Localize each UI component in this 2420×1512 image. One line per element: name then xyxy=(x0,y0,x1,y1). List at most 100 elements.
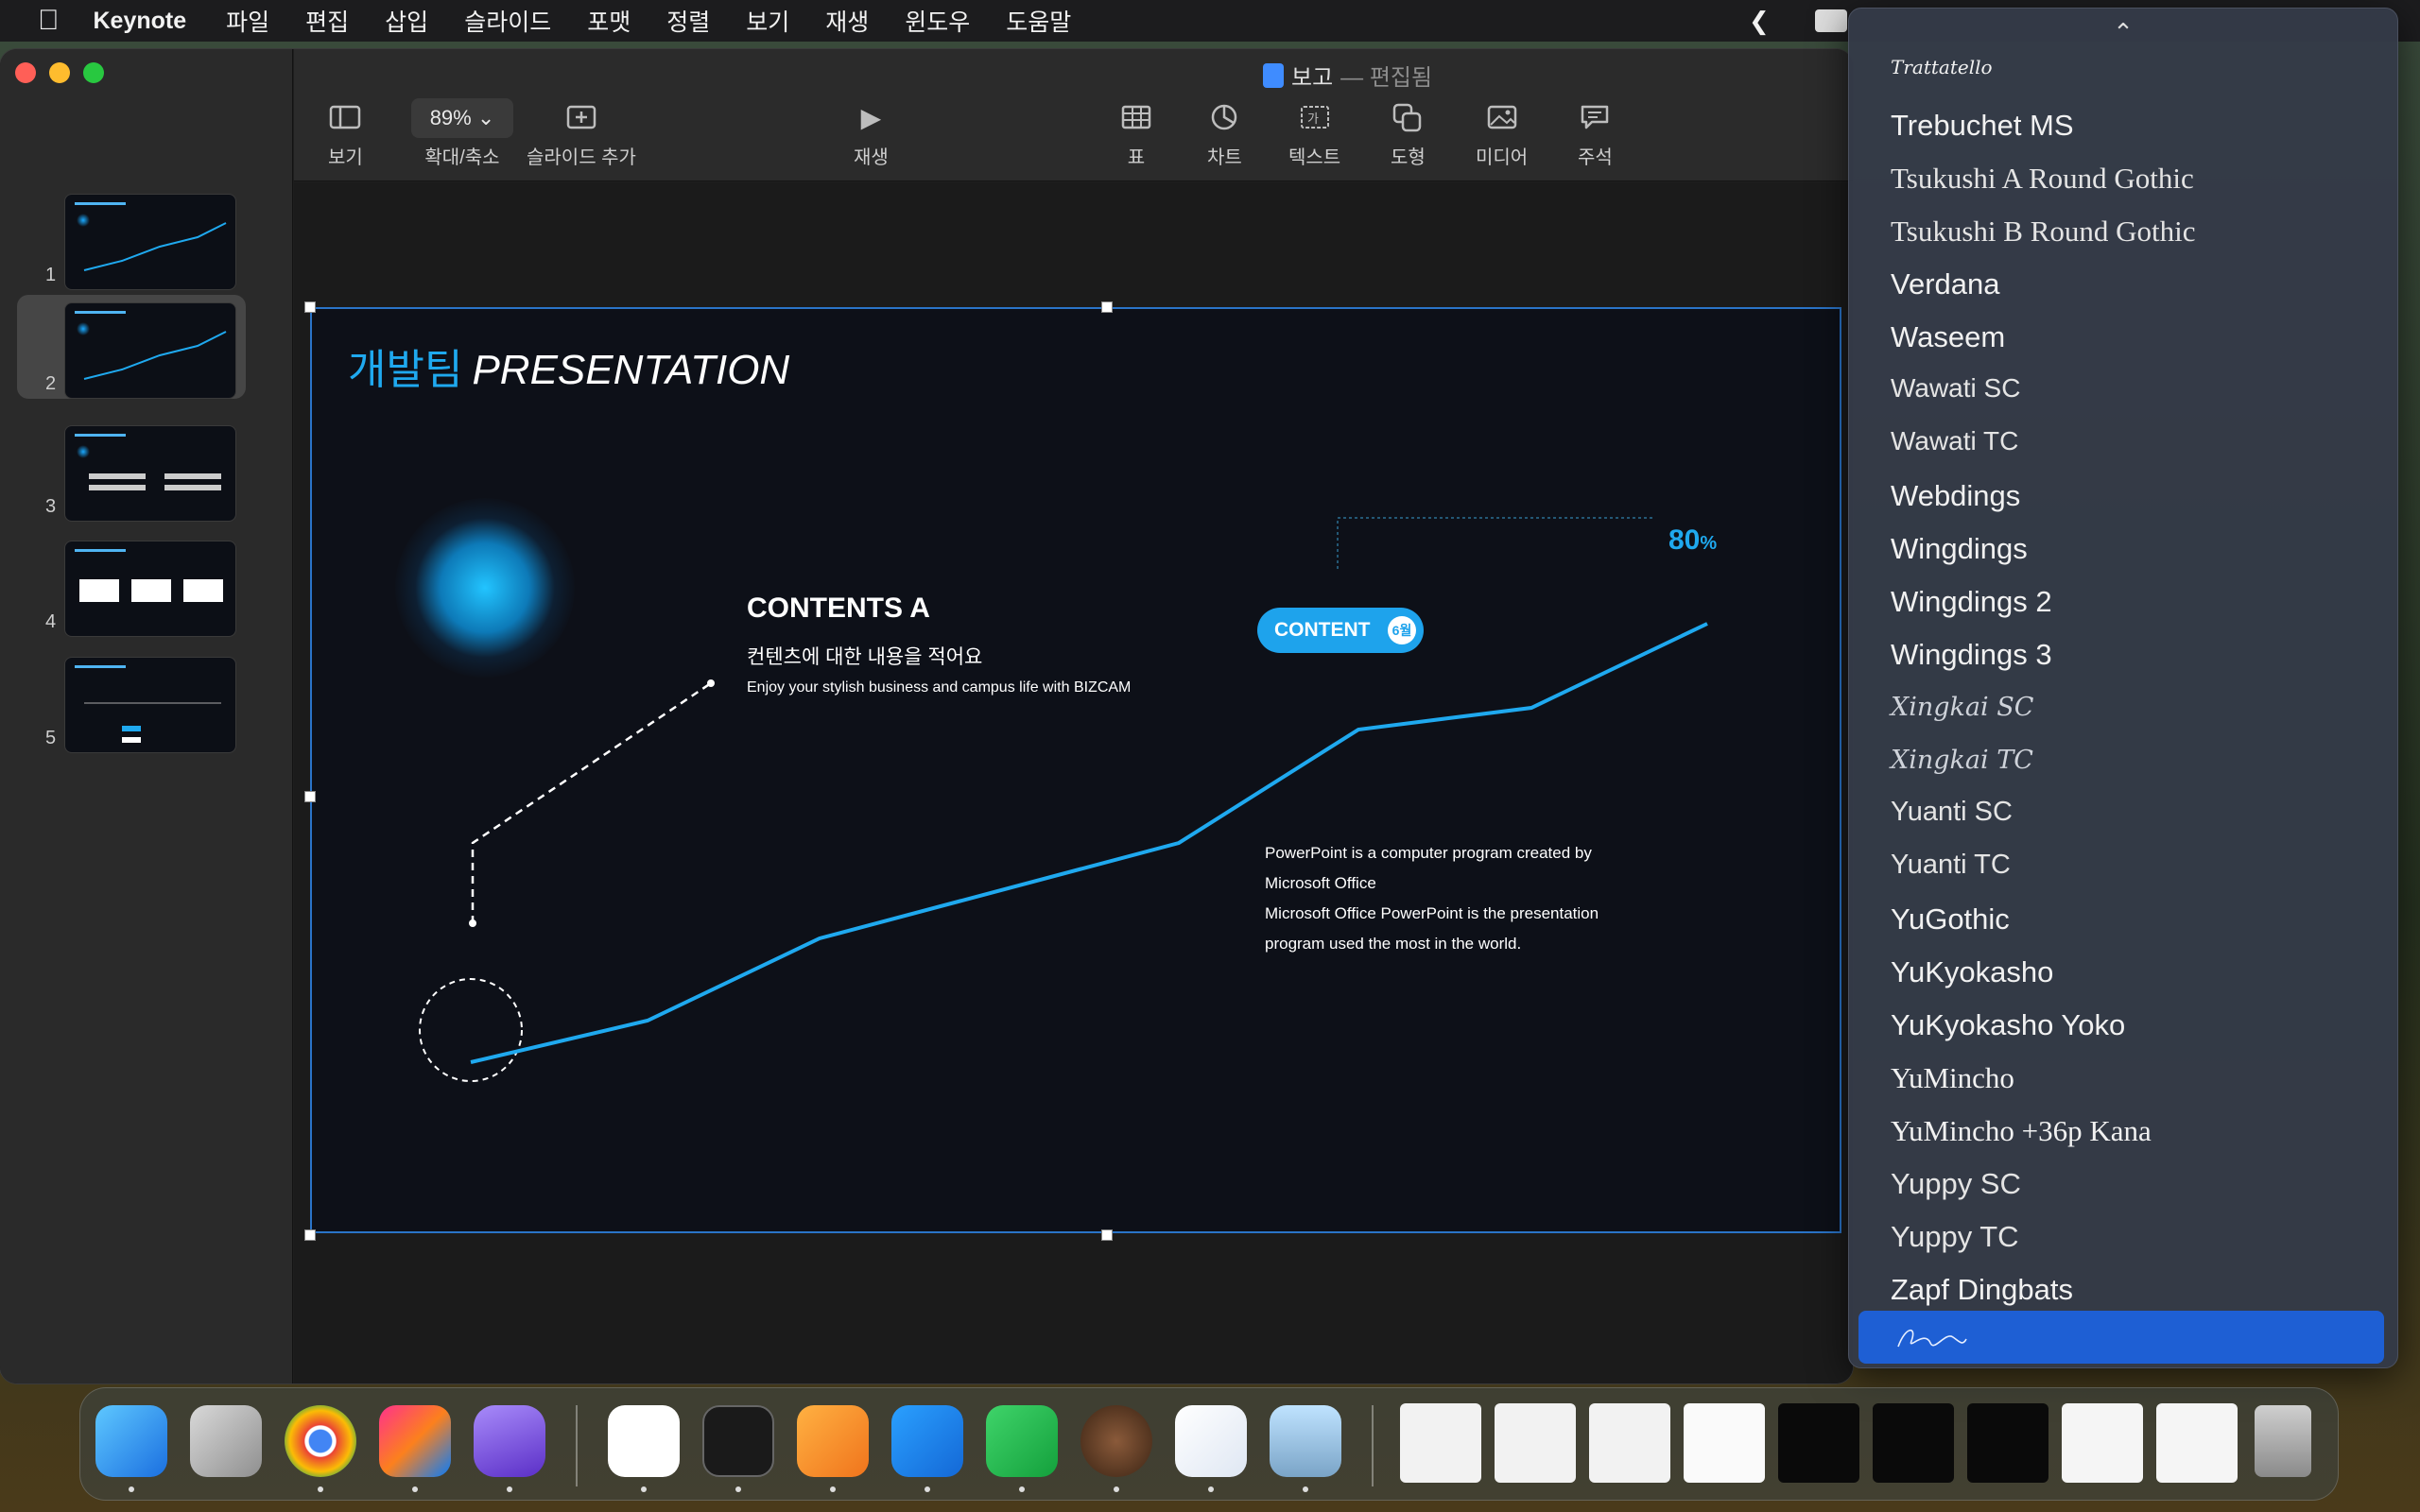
slide-thumbnail-2[interactable]: 2 xyxy=(17,295,246,399)
minimize-button[interactable] xyxy=(49,62,70,83)
font-option-zapf-dingbats[interactable]: Zapf Dingbats xyxy=(1891,1273,2073,1307)
contents-subtitle[interactable]: 컨텐츠에 대한 내용을 적어요 xyxy=(747,642,982,670)
finder-icon[interactable] xyxy=(95,1405,167,1477)
resize-handle[interactable] xyxy=(304,301,316,313)
menu-play[interactable]: 재생 xyxy=(825,4,869,38)
font-option-verdana[interactable]: Verdana xyxy=(1891,267,2000,301)
table-button[interactable]: 표 xyxy=(1120,98,1152,169)
contents-title[interactable]: CONTENTS A xyxy=(747,593,930,625)
content-pill[interactable]: CONTENT 6월 xyxy=(1257,608,1424,653)
font-option-wawati-sc[interactable]: Wawati SC xyxy=(1891,373,2020,404)
font-option-wingdings[interactable]: Wingdings xyxy=(1891,532,2028,566)
close-button[interactable] xyxy=(15,62,36,83)
font-option-tsukushi-a[interactable]: Tsukushi A Round Gothic xyxy=(1891,162,2194,196)
menu-view[interactable]: 보기 xyxy=(746,4,789,38)
menu-edit[interactable]: 편집 xyxy=(305,4,349,38)
naver-whale-icon[interactable] xyxy=(608,1405,680,1477)
font-option-waseem[interactable]: Waseem xyxy=(1891,320,2005,354)
app-menu[interactable]: Keynote xyxy=(94,8,187,35)
chevron-left-icon[interactable]: ❮ xyxy=(1749,7,1770,36)
menu-file[interactable]: 파일 xyxy=(226,4,269,38)
font-option-tsukushi-b[interactable]: Tsukushi B Round Gothic xyxy=(1891,215,2196,249)
font-option-yukyokasho[interactable]: YuKyokasho xyxy=(1891,955,2053,989)
menu-slide[interactable]: 슬라이드 xyxy=(464,4,551,38)
font-option-yuanti-sc[interactable]: Yuanti SC xyxy=(1891,797,2013,828)
add-slide-button[interactable]: 슬라이드 추가 xyxy=(527,98,636,169)
font-option-yugothic[interactable]: YuGothic xyxy=(1891,902,2010,936)
bear-ce-icon[interactable] xyxy=(1080,1405,1152,1477)
font-option-yuanti-tc[interactable]: Yuanti TC xyxy=(1891,850,2011,881)
minimized-window[interactable] xyxy=(1967,1403,2048,1483)
slide-number: 1 xyxy=(45,265,57,285)
font-option-yumincho-36p[interactable]: YuMincho +36p Kana xyxy=(1891,1114,2152,1148)
resize-handle[interactable] xyxy=(1101,1229,1113,1241)
apple-menu-icon[interactable]:  xyxy=(38,5,60,37)
zoom-control[interactable]: 89% ⌄ 확대/축소 xyxy=(411,98,513,169)
intellij-icon[interactable] xyxy=(379,1405,451,1477)
font-option-xingkai-tc[interactable]: Xingkai TC xyxy=(1891,746,2033,775)
minimized-window[interactable] xyxy=(1495,1403,1576,1483)
menu-help[interactable]: 도움말 xyxy=(1006,4,1071,38)
font-option-wawati-tc[interactable]: Wawati TC xyxy=(1891,426,2018,456)
minimized-window[interactable] xyxy=(2156,1403,2238,1483)
running-indicator xyxy=(735,1486,741,1492)
slide-thumbnail-1[interactable]: 1 xyxy=(0,186,293,290)
body-text[interactable]: PowerPoint is a computer program created… xyxy=(1265,838,1662,959)
menu-insert[interactable]: 삽입 xyxy=(385,4,428,38)
contents-description[interactable]: Enjoy your stylish business and campus l… xyxy=(747,679,1131,696)
font-option-trattatello[interactable]: Trattatello xyxy=(1891,56,1993,78)
minimized-window[interactable] xyxy=(1400,1403,1481,1483)
slide-thumbnail-5[interactable]: 5 xyxy=(0,649,293,753)
font-option-yuppy-tc[interactable]: Yuppy TC xyxy=(1891,1220,2019,1254)
font-option-yumincho[interactable]: YuMincho xyxy=(1891,1061,2014,1095)
minimized-window[interactable] xyxy=(2062,1403,2143,1483)
text-button[interactable]: 가 텍스트 xyxy=(1288,98,1340,169)
slide-title[interactable]: 개발팀 PRESENTATION xyxy=(348,335,789,396)
resize-handle[interactable] xyxy=(304,1229,316,1241)
minimized-window[interactable] xyxy=(1684,1403,1765,1483)
slide-thumbnail-3[interactable]: 3 xyxy=(0,418,293,522)
document-name[interactable]: 보고 xyxy=(1291,59,1333,92)
menubar-app-icon[interactable] xyxy=(1815,9,1847,32)
menu-format[interactable]: 포맷 xyxy=(587,4,631,38)
font-option-wingdings-3[interactable]: Wingdings 3 xyxy=(1891,638,2052,672)
pages-icon[interactable] xyxy=(797,1405,869,1477)
numbers-icon[interactable] xyxy=(986,1405,1058,1477)
font-option-zapfino-selected[interactable] xyxy=(1858,1311,2384,1364)
obsidian-icon[interactable] xyxy=(474,1405,545,1477)
font-option-trebuchet[interactable]: Trebuchet MS xyxy=(1891,109,2074,143)
menu-arrange[interactable]: 정렬 xyxy=(666,4,710,38)
resize-handle[interactable] xyxy=(304,791,316,802)
chrome-icon[interactable] xyxy=(285,1405,356,1477)
trash-icon[interactable] xyxy=(2255,1405,2311,1477)
naver-box-icon[interactable] xyxy=(1175,1405,1247,1477)
menu-window[interactable]: 윈도우 xyxy=(905,4,970,38)
shape-button[interactable]: 도형 xyxy=(1391,98,1426,169)
zoom-button[interactable] xyxy=(83,62,104,83)
chart-button[interactable]: 차트 xyxy=(1207,98,1242,169)
slide-thumbnail-4[interactable]: 4 xyxy=(0,533,293,637)
minimized-window[interactable] xyxy=(1778,1403,1859,1483)
play-button[interactable]: ▶ 재생 xyxy=(854,98,889,169)
font-option-wingdings-2[interactable]: Wingdings 2 xyxy=(1891,585,2052,619)
font-option-xingkai-sc[interactable]: Xingkai SC xyxy=(1891,693,2033,722)
resize-handle[interactable] xyxy=(1101,301,1113,313)
font-option-webdings[interactable]: Webdings xyxy=(1891,479,2020,513)
media-button[interactable]: 미디어 xyxy=(1476,98,1528,169)
zoom-dropdown[interactable]: 89% ⌄ xyxy=(411,98,513,138)
percent-label[interactable]: 80% xyxy=(1668,524,1717,557)
scroll-up-chevron-icon[interactable]: ⌃ xyxy=(1849,18,2397,47)
terminal-icon[interactable] xyxy=(702,1405,774,1477)
comment-button[interactable]: 주석 xyxy=(1578,98,1613,169)
font-menu[interactable]: ⌃ Trattatello Trebuchet MS Tsukushi A Ro… xyxy=(1848,8,2398,1368)
preview-icon[interactable] xyxy=(1270,1405,1341,1477)
minimized-window[interactable] xyxy=(1873,1403,1954,1483)
minimized-window[interactable] xyxy=(1589,1403,1670,1483)
launchpad-icon[interactable] xyxy=(190,1405,262,1477)
font-option-yuppy-sc[interactable]: Yuppy SC xyxy=(1891,1167,2021,1201)
view-button[interactable]: 보기 xyxy=(328,98,363,169)
font-option-yukyokasho-yoko[interactable]: YuKyokasho Yoko xyxy=(1891,1008,2125,1042)
keynote-icon[interactable] xyxy=(891,1405,963,1477)
slide-canvas[interactable]: 개발팀 PRESENTATION CONTENTS A 컨텐츠에 대한 내용을 적… xyxy=(310,307,1841,1233)
zapfino-script-glyph xyxy=(1897,1329,1967,1348)
